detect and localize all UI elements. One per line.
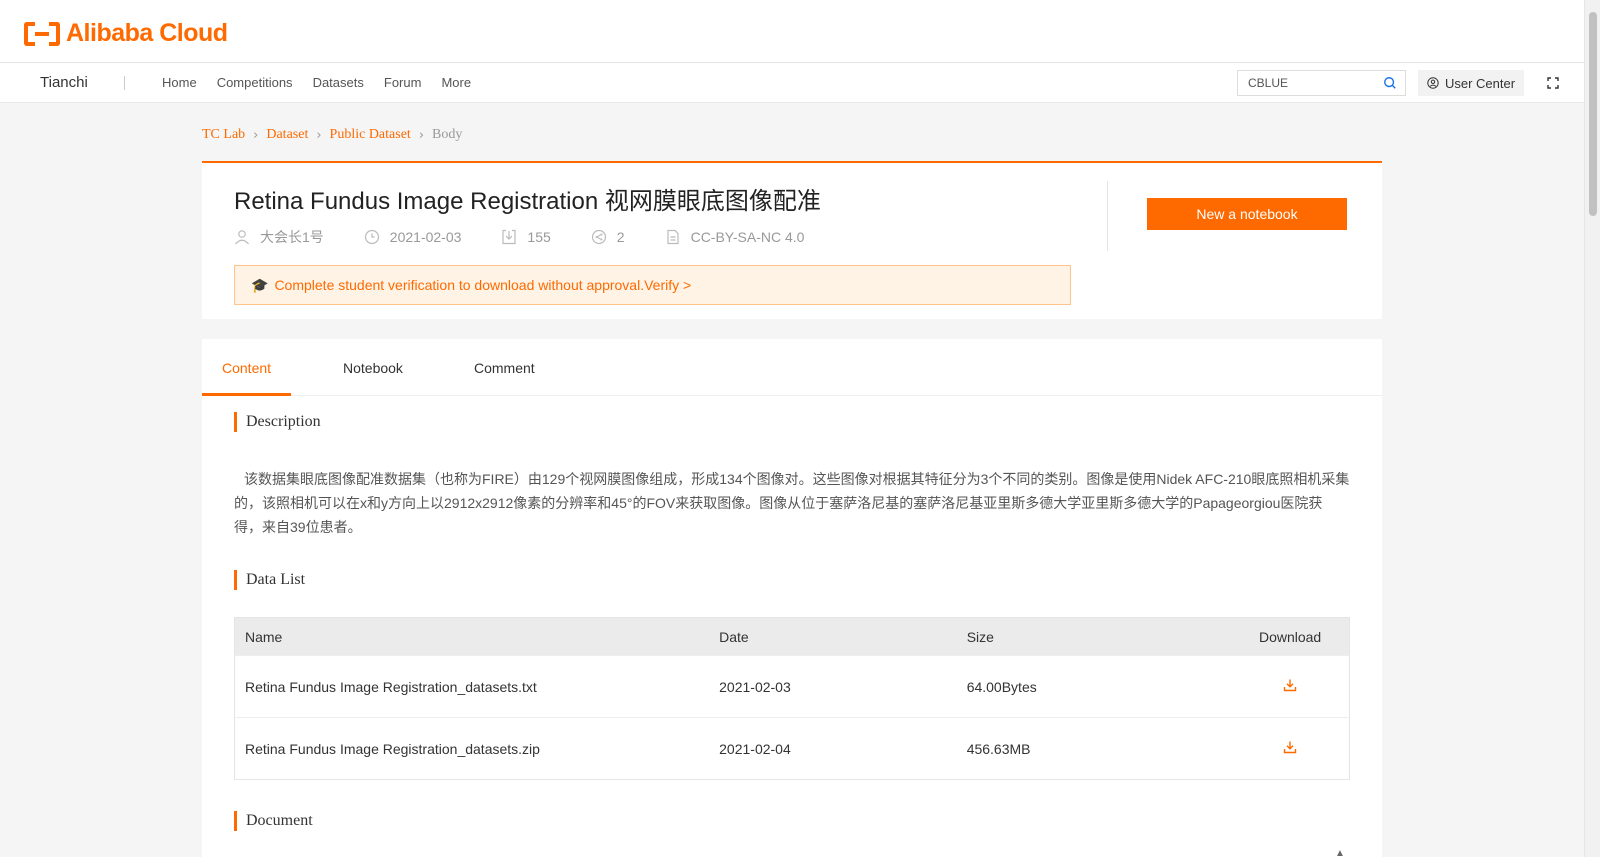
nav-links: Home Competitions Datasets Forum More xyxy=(162,75,491,90)
chevron-right-icon: › xyxy=(253,127,259,143)
tab-notebook[interactable]: Notebook xyxy=(343,360,403,376)
logo-mark-icon xyxy=(24,21,60,46)
content-card: Content Notebook Comment Description 该数据… xyxy=(202,339,1382,857)
brand-bar: Alibaba Cloud xyxy=(0,0,1584,63)
data-list-heading: Data List xyxy=(234,570,305,590)
meta-date-text: 2021-02-03 xyxy=(389,229,462,245)
header-size: Size xyxy=(966,628,994,645)
chevron-right-icon: › xyxy=(316,127,322,143)
download-cell xyxy=(1231,678,1349,695)
dataset-title: Retina Fundus Image Registration 视网膜眼底图像… xyxy=(234,188,821,215)
back-to-top-icon[interactable]: ▲ xyxy=(1335,848,1345,857)
document-heading: Document xyxy=(234,811,313,831)
nav-link-datasets[interactable]: Datasets xyxy=(313,75,364,90)
meta-license: CC-BY-SA-NC 4.0 xyxy=(665,229,805,245)
description-text: 该数据集眼底图像配准数据集（也称为FIRE）由129个视网膜图像组成，形成134… xyxy=(234,471,1350,535)
nav-link-home[interactable]: Home xyxy=(162,75,197,90)
tab-comment[interactable]: Comment xyxy=(474,360,535,376)
description-heading: Description xyxy=(234,412,321,432)
active-tab-indicator xyxy=(202,393,291,396)
header-name: Name xyxy=(245,628,283,645)
expand-icon[interactable] xyxy=(1546,76,1560,90)
graduation-cap-icon: 🎓 xyxy=(251,276,269,293)
nav-divider xyxy=(124,76,125,90)
data-list-table: Name Date Size Download Retina Fundus Im… xyxy=(234,617,1350,780)
chevron-right-icon: › xyxy=(418,127,425,143)
header-download: Download xyxy=(1258,628,1322,645)
page-scrollbar[interactable] xyxy=(1584,0,1600,857)
download-icon[interactable] xyxy=(1283,678,1297,692)
table-header: Name Date Size Download xyxy=(235,618,1349,655)
table-row: Retina Fundus Image Registration_dataset… xyxy=(235,717,1349,779)
nav-brand[interactable]: Tianchi xyxy=(40,74,88,91)
breadcrumb-tc-lab[interactable]: TC Lab xyxy=(202,127,245,143)
share-icon xyxy=(591,229,606,245)
user-icon xyxy=(1427,77,1439,89)
tab-content[interactable]: Content xyxy=(222,360,271,376)
breadcrumb: TC Lab › Dataset › Public Dataset › Body xyxy=(202,127,462,143)
dataset-header-card: Retina Fundus Image Registration 视网膜眼底图像… xyxy=(202,161,1382,319)
download-icon xyxy=(502,229,517,245)
student-verification-notice: 🎓 Complete student verification to downl… xyxy=(234,265,1071,305)
nav-link-more[interactable]: More xyxy=(441,75,471,90)
table-row: Retina Fundus Image Registration_dataset… xyxy=(235,655,1349,717)
meta-date: 2021-02-03 xyxy=(364,229,462,245)
file-name: Retina Fundus Image Registration_dataset… xyxy=(245,740,540,757)
file-date: 2021-02-04 xyxy=(719,740,791,757)
clock-icon xyxy=(364,229,379,245)
file-name: Retina Fundus Image Registration_dataset… xyxy=(245,678,537,695)
file-date: 2021-02-03 xyxy=(719,678,791,695)
meta-license-text: CC-BY-SA-NC 4.0 xyxy=(690,229,805,245)
header-date: Date xyxy=(719,628,749,645)
meta-shares: 2 xyxy=(591,229,625,245)
file-size: 456.63MB xyxy=(966,740,1031,757)
meta-author[interactable]: 大会长1号 xyxy=(234,227,324,247)
breadcrumb-current: Body xyxy=(432,127,463,142)
breadcrumb-public-dataset[interactable]: Public Dataset xyxy=(330,127,411,143)
nav-bar: Tianchi Home Competitions Datasets Forum… xyxy=(0,63,1584,103)
user-center-label: User Center xyxy=(1444,75,1516,91)
header-divider xyxy=(1107,181,1108,251)
dataset-meta: 大会长1号 2021-02-03 155 2 CC-BY-SA-NC 4.0 xyxy=(234,227,844,247)
logo-text: Alibaba Cloud xyxy=(66,19,228,47)
content-tabs: Content Notebook Comment xyxy=(202,339,1382,396)
nav-link-forum[interactable]: Forum xyxy=(384,75,422,90)
search-box xyxy=(1237,70,1406,96)
notice-text: Complete student verification to downloa… xyxy=(274,277,645,293)
nav-link-competitions[interactable]: Competitions xyxy=(217,75,293,90)
new-notebook-button[interactable]: New a notebook xyxy=(1147,198,1347,230)
download-icon[interactable] xyxy=(1283,740,1297,754)
search-icon[interactable] xyxy=(1383,76,1397,90)
alibaba-cloud-logo[interactable]: Alibaba Cloud xyxy=(24,19,228,48)
user-center-button[interactable]: User Center xyxy=(1418,70,1524,96)
meta-downloads-text: 155 xyxy=(527,229,551,245)
file-size: 64.00Bytes xyxy=(966,678,1037,695)
verify-link[interactable]: Verify > xyxy=(644,277,691,293)
breadcrumb-dataset[interactable]: Dataset xyxy=(266,127,308,143)
meta-shares-text: 2 xyxy=(616,229,625,245)
download-cell xyxy=(1231,740,1349,757)
meta-author-text: 大会长1号 xyxy=(260,229,324,245)
person-icon xyxy=(235,230,249,245)
search-input[interactable] xyxy=(1238,71,1368,95)
license-icon xyxy=(666,229,679,245)
meta-downloads: 155 xyxy=(501,229,551,245)
scrollbar-thumb[interactable] xyxy=(1589,12,1597,216)
